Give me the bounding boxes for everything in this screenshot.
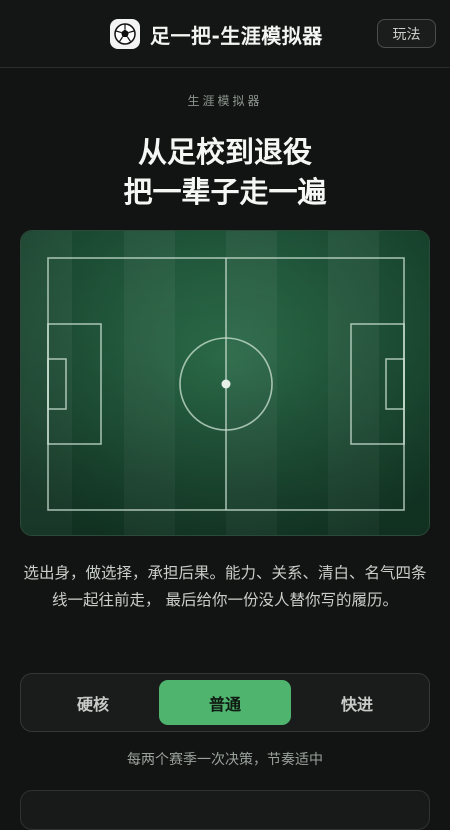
top-bar: 足一把-生涯模拟器 玩法 bbox=[0, 0, 450, 68]
mode-note: 每两个赛季一次决策，节奏适中 bbox=[127, 752, 323, 768]
hero-eyebrow: 生涯模拟器 bbox=[187, 94, 263, 108]
headline-line-2: 把一辈子走一遍 bbox=[123, 175, 327, 209]
howto-button[interactable]: 玩法 bbox=[377, 19, 436, 48]
app-title: 足一把-生涯模拟器 bbox=[150, 23, 323, 48]
mode-fast[interactable]: 快进 bbox=[291, 680, 423, 725]
brand: 足一把-生涯模拟器 bbox=[110, 18, 323, 50]
bottom-card bbox=[20, 790, 430, 830]
mode-selector: 硬核 普通 快进 bbox=[20, 673, 430, 732]
mode-normal[interactable]: 普通 bbox=[159, 680, 291, 725]
mode-hardcore[interactable]: 硬核 bbox=[27, 680, 159, 725]
soccer-ball-icon bbox=[110, 19, 140, 49]
headline-line-1: 从足校到退役 bbox=[137, 135, 312, 169]
soccer-pitch-illustration bbox=[20, 230, 430, 536]
hero-headline: 从足校到退役 把一辈子走一遍 bbox=[0, 132, 450, 212]
game-description: 选出身，做选择，承担后果。能力、关系、清白、名气四条线一起往前走， 最后给你一份… bbox=[23, 564, 427, 609]
